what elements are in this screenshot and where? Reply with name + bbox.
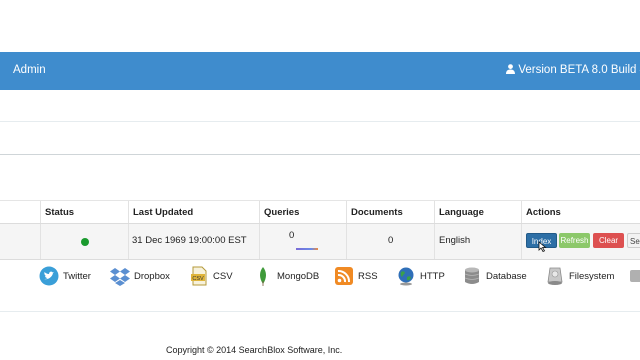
footer-copyright: Copyright © 2014 SearchBlox Software, In…	[166, 345, 343, 355]
collections-table: Status Last Updated Queries Documents La…	[0, 200, 640, 260]
version-info[interactable]: Version BETA 8.0 Build 4	[506, 64, 640, 76]
database-icon	[464, 267, 480, 284]
mouse-cursor-icon	[538, 241, 547, 252]
refresh-button[interactable]: Refresh	[559, 233, 590, 248]
col-documents: Documents	[346, 201, 434, 223]
csv-icon: CSV	[191, 266, 207, 286]
search-panel-band	[0, 121, 640, 155]
twitter-icon	[39, 266, 59, 286]
actions-cell: Index Refresh Clear Se	[521, 224, 640, 259]
col-actions: Actions	[521, 201, 640, 223]
divider	[0, 311, 640, 312]
queries-sparkline	[296, 248, 318, 250]
status-cell	[40, 224, 128, 259]
status-indicator	[81, 238, 89, 246]
connector-bar: Twitter Dropbox CSV CSV MongoDB RSS HTTP…	[0, 262, 640, 292]
top-navbar: Admin Version BETA 8.0 Build 4	[0, 52, 640, 90]
settings-button[interactable]: Se	[627, 233, 640, 248]
user-icon	[506, 64, 516, 74]
col-queries: Queries	[259, 201, 346, 223]
language-cell: English	[434, 224, 521, 259]
disk-icon	[630, 270, 640, 282]
mongodb-icon	[260, 267, 266, 286]
clear-button[interactable]: Clear	[593, 233, 624, 248]
rss-icon	[335, 267, 353, 285]
queries-cell: 0	[259, 224, 346, 259]
last-updated-cell: 31 Dec 1969 19:00:00 EST	[128, 224, 259, 259]
documents-cell: 0	[346, 224, 434, 259]
version-label: Version BETA 8.0 Build 4	[518, 64, 640, 76]
col-last-updated: Last Updated	[128, 201, 259, 223]
col-status: Status	[40, 201, 128, 223]
globe-icon	[398, 267, 414, 286]
svg-text:CSV: CSV	[192, 276, 204, 282]
dropbox-icon	[110, 268, 130, 286]
col-language: Language	[434, 201, 521, 223]
brand-link[interactable]: Admin	[13, 64, 46, 76]
app-root: Admin Version BETA 8.0 Build 4 Status La…	[0, 0, 640, 360]
table-header: Status Last Updated Queries Documents La…	[0, 200, 640, 224]
filesystem-icon	[547, 267, 563, 285]
table-row: 31 Dec 1969 19:00:00 EST 0 0 English Ind…	[0, 224, 640, 260]
